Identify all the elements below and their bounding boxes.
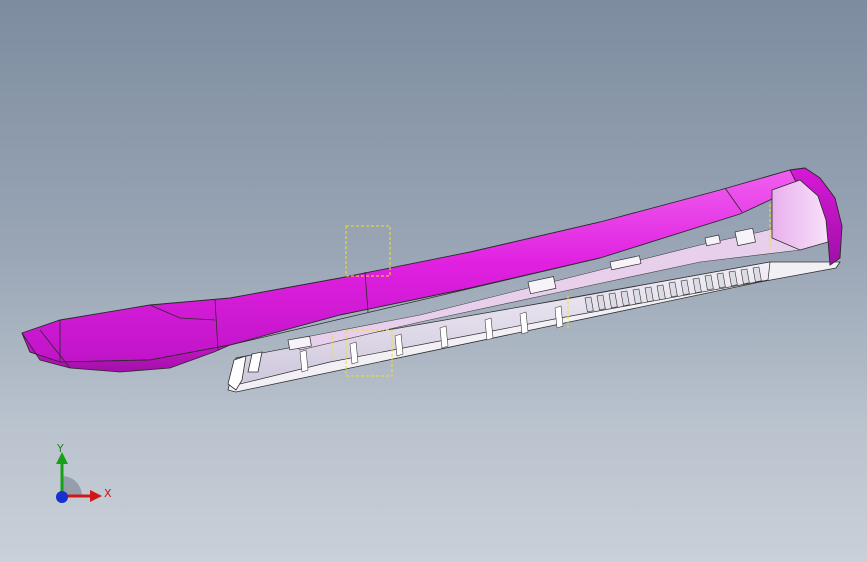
y-axis-label: Y	[56, 442, 64, 455]
cad-model-view[interactable]	[0, 0, 867, 562]
graphics-viewport[interactable]: Y X	[0, 0, 867, 562]
z-axis-dot-icon	[56, 491, 68, 503]
x-axis-arrow-icon	[90, 490, 102, 502]
sketch-box-upper	[345, 225, 391, 277]
axis-triad: Y X	[56, 442, 112, 503]
x-axis-label: X	[104, 487, 112, 500]
